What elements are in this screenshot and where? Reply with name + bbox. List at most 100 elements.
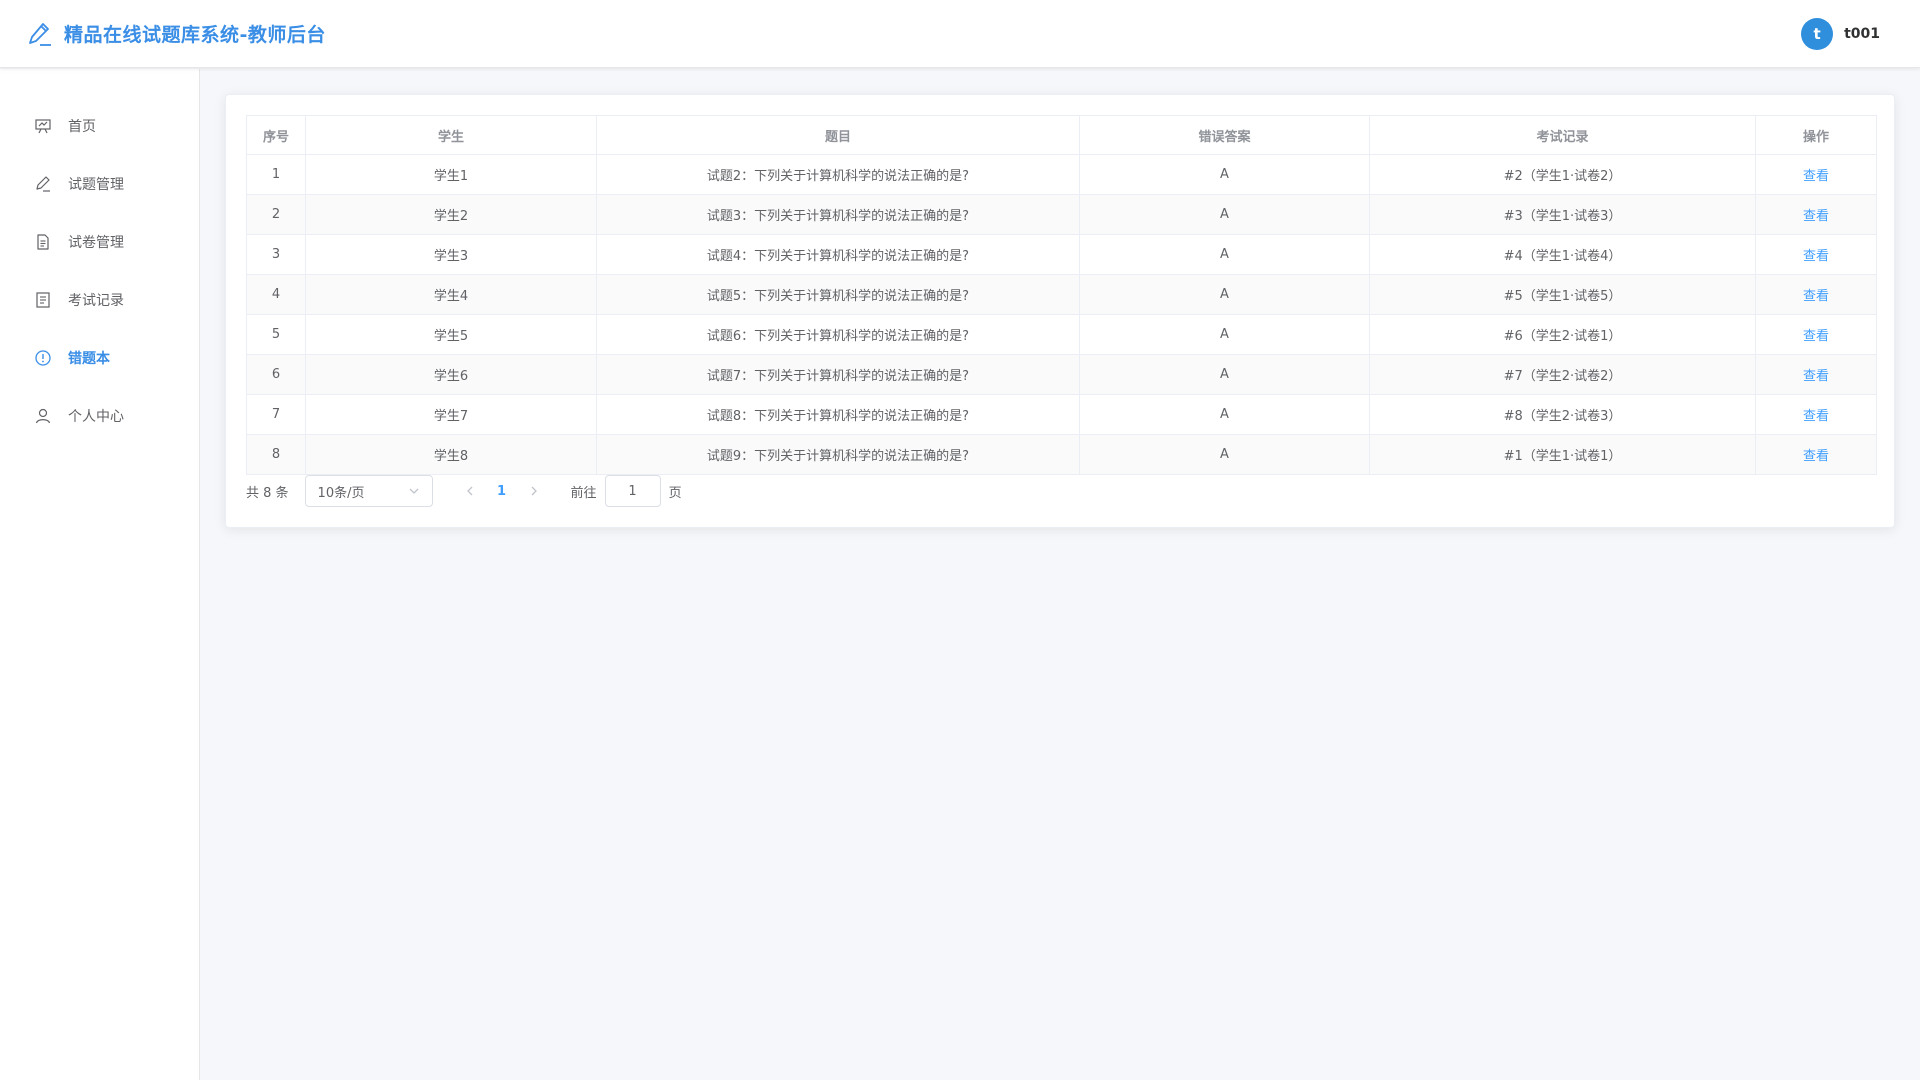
table-row: 1 学生1 试题2：下列关于计算机科学的说法正确的是? A #2（学生1·试卷2… (246, 154, 1877, 195)
column-header-exam-record: 考试记录 (1369, 115, 1756, 155)
table-header-row: 序号 学生 题目 错误答案 考试记录 操作 (246, 115, 1877, 155)
cell-exam-record: #4（学生1·试卷4） (1369, 234, 1756, 275)
cell-student: 学生5 (305, 314, 597, 355)
sidebar-item-paper-management[interactable]: 试卷管理 (0, 213, 199, 271)
cell-question: 试题3：下列关于计算机科学的说法正确的是? (596, 194, 1080, 235)
wrong-questions-table: 序号 学生 题目 错误答案 考试记录 操作 1 学生1 试题2：下列关于计算机科… (246, 115, 1877, 475)
page-jump-input[interactable] (604, 475, 661, 507)
sidebar-item-home[interactable]: 首页 (0, 97, 199, 155)
sidebar-item-label: 试卷管理 (68, 235, 124, 251)
cell-actions: 查看 (1755, 314, 1877, 355)
cell-wrong-answer: A (1079, 314, 1370, 355)
next-page-button[interactable] (519, 475, 549, 507)
cell-student: 学生8 (305, 434, 597, 475)
table-row: 5 学生5 试题6：下列关于计算机科学的说法正确的是? A #6（学生2·试卷1… (246, 314, 1877, 355)
cell-exam-record: #2（学生1·试卷2） (1369, 154, 1756, 195)
cell-question: 试题9：下列关于计算机科学的说法正确的是? (596, 434, 1080, 475)
cell-exam-record: #5（学生1·试卷5） (1369, 274, 1756, 315)
app-title: 精品在线试题库系统-教师后台 (64, 24, 326, 46)
avatar[interactable]: t (1801, 17, 1834, 50)
pagination: 共 8 条 10条/页 1 前往 页 (246, 475, 682, 507)
sidebar-item-wrong-questions[interactable]: 错题本 (0, 329, 199, 387)
cell-index: 3 (246, 234, 306, 275)
cell-question: 试题7：下列关于计算机科学的说法正确的是? (596, 354, 1080, 395)
cell-wrong-answer: A (1079, 354, 1370, 395)
view-link[interactable]: 查看 (1803, 249, 1829, 264)
column-header-student: 学生 (305, 115, 597, 155)
top-header: 精品在线试题库系统-教师后台 t t001 (0, 0, 1920, 68)
view-link[interactable]: 查看 (1803, 449, 1829, 464)
table-row: 7 学生7 试题8：下列关于计算机科学的说法正确的是? A #8（学生2·试卷3… (246, 394, 1877, 435)
document-icon (37, 234, 49, 250)
cell-exam-record: #3（学生1·试卷3） (1369, 194, 1756, 235)
sidebar-item-question-management[interactable]: 试题管理 (0, 155, 199, 213)
view-link[interactable]: 查看 (1803, 409, 1829, 424)
prev-page-button[interactable] (455, 475, 485, 507)
sidebar-item-profile[interactable]: 个人中心 (0, 387, 199, 445)
cell-actions: 查看 (1755, 394, 1877, 435)
cell-student: 学生1 (305, 154, 597, 195)
pen-icon (36, 176, 50, 192)
table-row: 4 学生4 试题5：下列关于计算机科学的说法正确的是? A #5（学生1·试卷5… (246, 274, 1877, 315)
jump-prefix-label: 前往 (570, 485, 597, 501)
cell-question: 试题5：下列关于计算机科学的说法正确的是? (596, 274, 1080, 315)
cell-student: 学生7 (305, 394, 597, 435)
sidebar-item-exam-records[interactable]: 考试记录 (0, 271, 199, 329)
column-header-actions: 操作 (1755, 115, 1877, 155)
edit-pen-icon (29, 22, 51, 46)
sidebar-item-label: 试题管理 (68, 177, 124, 193)
content-card: 序号 学生 题目 错误答案 考试记录 操作 1 学生1 试题2：下列关于计算机科… (225, 94, 1895, 528)
cell-exam-record: #1（学生1·试卷1） (1369, 434, 1756, 475)
cell-student: 学生3 (305, 234, 597, 275)
cell-wrong-answer: A (1079, 194, 1370, 235)
cell-wrong-answer: A (1079, 234, 1370, 275)
page-size-value: 10条/页 (317, 485, 365, 501)
pagination-total: 共 8 条 (246, 485, 289, 501)
user-icon (35, 408, 51, 424)
cell-index: 1 (246, 154, 306, 195)
cell-student: 学生4 (305, 274, 597, 315)
cell-exam-record: #7（学生2·试卷2） (1369, 354, 1756, 395)
page-size-select[interactable]: 10条/页 (304, 475, 433, 507)
table-row: 8 学生8 试题9：下列关于计算机科学的说法正确的是? A #1（学生1·试卷1… (246, 434, 1877, 475)
cell-actions: 查看 (1755, 194, 1877, 235)
cell-index: 8 (246, 434, 306, 475)
cell-wrong-answer: A (1079, 394, 1370, 435)
username[interactable]: t001 (1844, 26, 1880, 42)
cell-actions: 查看 (1755, 434, 1877, 475)
cell-actions: 查看 (1755, 274, 1877, 315)
cell-index: 7 (246, 394, 306, 435)
cell-index: 6 (246, 354, 306, 395)
cell-wrong-answer: A (1079, 154, 1370, 195)
cell-exam-record: #6（学生2·试卷1） (1369, 314, 1756, 355)
view-link[interactable]: 查看 (1803, 289, 1829, 304)
cell-index: 4 (246, 274, 306, 315)
view-link[interactable]: 查看 (1803, 369, 1829, 384)
view-link[interactable]: 查看 (1803, 169, 1829, 184)
cell-actions: 查看 (1755, 234, 1877, 275)
chevron-left-icon (466, 486, 473, 496)
cell-question: 试题4：下列关于计算机科学的说法正确的是? (596, 234, 1080, 275)
cell-student: 学生6 (305, 354, 597, 395)
chevron-right-icon (531, 486, 537, 496)
view-link[interactable]: 查看 (1803, 329, 1829, 344)
column-header-question: 题目 (596, 115, 1080, 155)
cell-actions: 查看 (1755, 354, 1877, 395)
cell-exam-record: #8（学生2·试卷3） (1369, 394, 1756, 435)
sidebar-item-label: 考试记录 (68, 293, 124, 309)
view-link[interactable]: 查看 (1803, 209, 1829, 224)
user-menu[interactable]: t t001 (1801, 17, 1880, 50)
cell-actions: 查看 (1755, 154, 1877, 195)
sidebar-item-label: 错题本 (68, 351, 110, 367)
page-number-current[interactable]: 1 (485, 475, 519, 507)
cell-wrong-answer: A (1079, 274, 1370, 315)
cell-question: 试题2：下列关于计算机科学的说法正确的是? (596, 154, 1080, 195)
list-icon (36, 292, 50, 308)
column-header-index: 序号 (246, 115, 306, 155)
table-row: 3 学生3 试题4：下列关于计算机科学的说法正确的是? A #4（学生1·试卷4… (246, 234, 1877, 275)
brand: 精品在线试题库系统-教师后台 (26, 20, 326, 47)
info-circle-icon (35, 350, 51, 366)
chevron-down-icon (409, 488, 419, 494)
sidebar: 首页 试题管理 试卷管理 考试记录 错题本 个人中心 (0, 69, 200, 1080)
column-header-wrong-answer: 错误答案 (1079, 115, 1370, 155)
